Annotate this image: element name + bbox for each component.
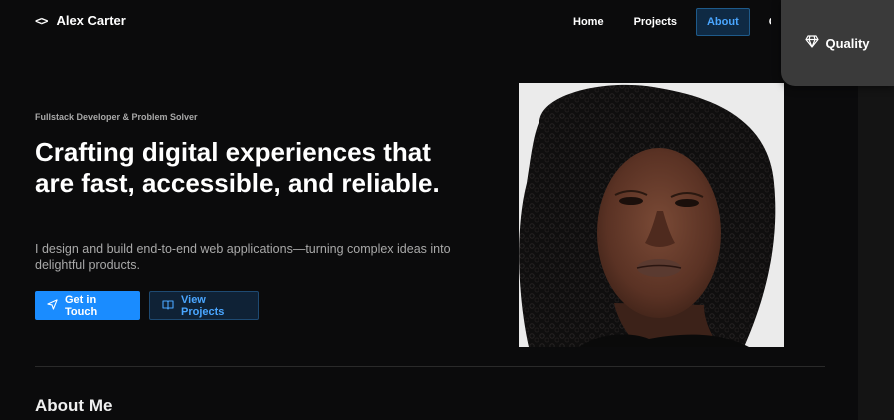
- nav-about[interactable]: About: [695, 8, 750, 36]
- nav-contact[interactable]: Contact: [758, 8, 772, 36]
- brand[interactable]: <> Alex Carter: [35, 13, 126, 28]
- profile-photo: [519, 83, 784, 347]
- section-divider: [35, 366, 825, 367]
- get-in-touch-button[interactable]: Get in Touch: [35, 291, 140, 320]
- view-projects-button[interactable]: View Projects: [149, 291, 259, 320]
- nav-projects[interactable]: Projects: [623, 8, 688, 36]
- brand-name: Alex Carter: [56, 13, 126, 28]
- book-icon: [162, 299, 174, 313]
- get-in-touch-label: Get in Touch: [65, 293, 98, 318]
- view-projects-label: View Projects: [181, 293, 225, 318]
- code-icon: <>: [35, 13, 48, 28]
- quality-badge[interactable]: Quality: [781, 0, 894, 86]
- send-icon: [47, 298, 58, 313]
- main-nav: Home Projects About Contact: [562, 8, 772, 36]
- page: <> Alex Carter Home Projects About Conta…: [0, 0, 858, 420]
- hero-eyebrow: Fullstack Developer & Problem Solver: [35, 112, 198, 122]
- nav-home[interactable]: Home: [562, 8, 615, 36]
- hero-headline: Crafting digital experiences that are fa…: [35, 137, 440, 198]
- quality-label: Quality: [825, 35, 870, 51]
- about-title: About Me: [35, 396, 113, 415]
- hero-lead: I design and build end-to-end web applic…: [35, 242, 451, 272]
- gem-icon: [805, 35, 820, 51]
